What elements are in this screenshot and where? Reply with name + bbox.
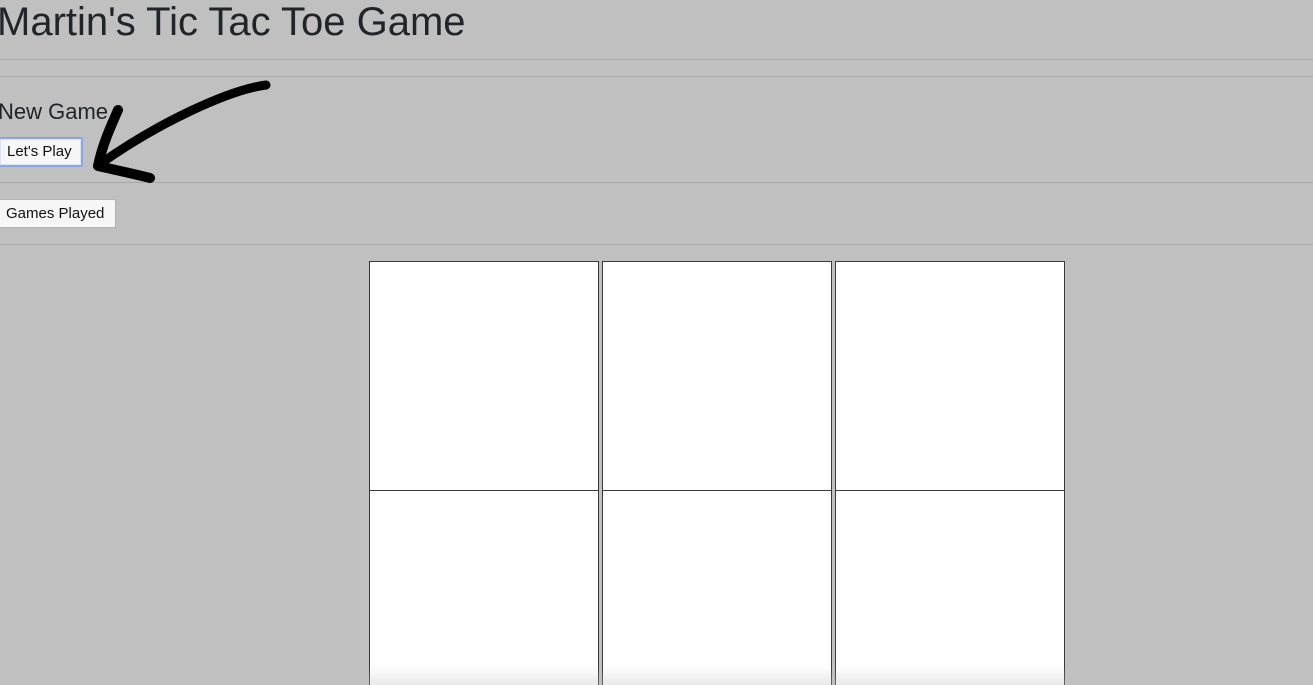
board-cell[interactable] <box>369 490 599 685</box>
board-cell[interactable] <box>835 490 1065 685</box>
divider <box>0 59 1313 60</box>
board-cell[interactable] <box>602 261 832 491</box>
page-title: Martin's Tic Tac Toe Game <box>0 0 466 44</box>
board-cell[interactable] <box>602 490 832 685</box>
new-game-heading: New Game <box>0 99 109 124</box>
game-board <box>369 261 1065 685</box>
divider <box>0 76 1313 77</box>
divider <box>0 244 1313 245</box>
board-cell[interactable] <box>369 261 599 491</box>
page: Martin's Tic Tac Toe Game New Game Let's… <box>0 0 1313 685</box>
hand-drawn-arrow-icon <box>93 80 271 183</box>
games-played-button[interactable]: Games Played <box>0 199 116 228</box>
divider <box>0 182 1313 183</box>
lets-play-button[interactable]: Let's Play <box>0 137 83 167</box>
board-cell[interactable] <box>835 261 1065 491</box>
